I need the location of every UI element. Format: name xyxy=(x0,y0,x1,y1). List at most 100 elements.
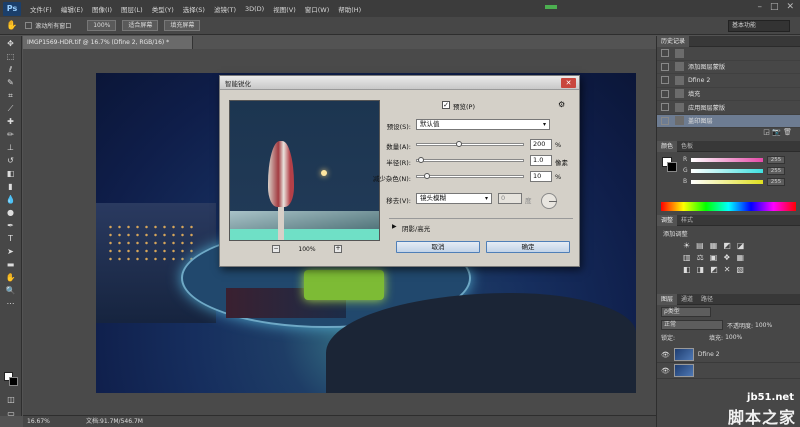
workspace-select[interactable]: 基本功能 xyxy=(728,20,790,32)
history-checkbox[interactable] xyxy=(661,89,669,98)
channel-mixer-icon[interactable]: ▦ xyxy=(736,253,744,262)
radius-input[interactable]: 1.0 xyxy=(530,155,552,166)
tab-layers[interactable]: 图层 xyxy=(657,293,678,305)
amount-slider[interactable] xyxy=(416,143,524,146)
history-item[interactable] xyxy=(657,47,800,61)
gradient-tool-icon[interactable]: ▮ xyxy=(5,181,17,192)
hue-sat-icon[interactable]: ▥ xyxy=(683,253,691,262)
preset-select[interactable]: 默认值 ▾ xyxy=(416,119,550,130)
path-select-tool-icon[interactable]: ➤ xyxy=(5,246,17,257)
layer-row[interactable]: 👁 Dfine 2 xyxy=(657,347,800,363)
trash-icon[interactable]: 🗑 xyxy=(783,128,792,136)
camera-icon[interactable]: 📷 xyxy=(772,128,781,136)
history-checkbox[interactable] xyxy=(661,76,669,85)
dialog-titlebar[interactable]: 智能锐化 xyxy=(220,76,579,90)
menu-3d[interactable]: 3D(D) xyxy=(245,5,264,13)
lasso-tool-icon[interactable]: ℓ xyxy=(5,64,17,75)
ok-button[interactable]: 确定 xyxy=(486,241,570,253)
shadows-highlights-label[interactable]: 阴影/高光 xyxy=(402,223,430,233)
type-tool-icon[interactable]: T xyxy=(5,233,17,244)
fill-screen-button[interactable]: 填充屏幕 xyxy=(164,20,201,31)
layer-row[interactable]: 👁 xyxy=(657,363,800,379)
menu-file[interactable]: 文件(F) xyxy=(30,4,52,14)
tab-history[interactable]: 历史记录 xyxy=(657,35,690,47)
hand-tool-icon[interactable]: ✋ xyxy=(5,272,17,283)
tab-swatches[interactable]: 色板 xyxy=(677,141,697,152)
menu-image[interactable]: 图像(I) xyxy=(92,4,112,14)
color-spectrum[interactable] xyxy=(661,202,796,211)
expand-triangle-icon[interactable]: ▶ xyxy=(392,223,397,230)
selective-color-icon[interactable]: ✕ xyxy=(724,265,731,274)
radius-slider[interactable] xyxy=(416,159,524,162)
reduce-noise-slider-thumb[interactable] xyxy=(423,173,430,179)
close-icon[interactable]: ✕ xyxy=(561,78,576,88)
maximize-icon[interactable]: □ xyxy=(770,2,779,12)
menu-window[interactable]: 窗口(W) xyxy=(305,4,330,14)
brightness-icon[interactable]: ☀ xyxy=(683,241,690,250)
crop-tool-icon[interactable]: ⌗ xyxy=(5,90,17,101)
history-item[interactable]: Dfine 2 xyxy=(657,74,800,88)
color-balance-icon[interactable]: ⚖ xyxy=(697,253,704,262)
eyedropper-tool-icon[interactable]: ⟋ xyxy=(5,103,17,114)
remove-select[interactable]: 镜头模糊 ▾ xyxy=(416,193,492,204)
tab-color[interactable]: 颜色 xyxy=(657,140,678,152)
blur-tool-icon[interactable]: 💧 xyxy=(5,194,17,205)
zoom-100-button[interactable]: 100% xyxy=(87,20,117,31)
reduce-noise-slider[interactable] xyxy=(416,175,524,178)
visibility-eye-icon[interactable]: 👁 xyxy=(661,351,670,359)
history-checkbox[interactable] xyxy=(661,62,669,71)
tab-adjustments[interactable]: 调整 xyxy=(657,214,678,226)
scroll-all-checkbox[interactable] xyxy=(25,22,33,29)
bg-color-chip[interactable] xyxy=(667,162,677,172)
zoom-tool-icon[interactable]: 🔍 xyxy=(5,285,17,296)
menu-edit[interactable]: 编辑(E) xyxy=(61,4,83,14)
angle-dial[interactable] xyxy=(541,193,557,209)
red-value[interactable]: 255 xyxy=(767,155,785,164)
photo-filter-icon[interactable]: ❖ xyxy=(723,253,730,262)
posterize-icon[interactable]: ◨ xyxy=(697,265,705,274)
move-tool-icon[interactable]: ✥ xyxy=(5,38,17,49)
blue-slider[interactable] xyxy=(691,179,763,184)
snapshot-icon[interactable]: ◲ xyxy=(763,128,770,136)
fit-screen-button[interactable]: 适合屏幕 xyxy=(122,20,159,31)
layer-filter-select[interactable]: ρ类型 xyxy=(661,307,711,317)
history-item[interactable]: 填充 xyxy=(657,88,800,101)
amount-input[interactable]: 200 xyxy=(530,139,552,150)
preview-checkbox[interactable]: ✓ xyxy=(442,101,450,109)
history-checkbox[interactable] xyxy=(661,116,669,125)
gradient-map-icon[interactable]: ▧ xyxy=(736,265,744,274)
shape-tool-icon[interactable]: ▬ xyxy=(5,259,17,270)
amount-slider-thumb[interactable] xyxy=(456,141,463,147)
menu-type[interactable]: 类型(Y) xyxy=(152,4,174,14)
healing-tool-icon[interactable]: ✚ xyxy=(5,116,17,127)
cancel-button[interactable]: 取消 xyxy=(396,241,480,253)
reduce-noise-input[interactable]: 10 xyxy=(530,171,552,182)
zoom-level[interactable]: 16.67% xyxy=(27,418,50,425)
history-item[interactable]: 添加图层蒙版 xyxy=(657,61,800,74)
background-color-swatch[interactable] xyxy=(9,377,18,386)
brush-tool-icon[interactable]: ✏ xyxy=(5,129,17,140)
history-checkbox[interactable] xyxy=(661,103,669,112)
tab-paths[interactable]: 路径 xyxy=(697,294,717,305)
tab-styles[interactable]: 样式 xyxy=(677,215,697,226)
quick-mask-icon[interactable]: ◫ xyxy=(5,394,17,405)
history-item-selected[interactable]: 盖印图层 xyxy=(657,114,800,128)
fill-value[interactable]: 100% xyxy=(725,334,742,341)
zoom-in-button[interactable]: + xyxy=(334,245,342,253)
minimize-icon[interactable]: – xyxy=(757,2,762,12)
green-slider[interactable] xyxy=(691,168,763,173)
history-checkbox[interactable] xyxy=(661,49,669,58)
blend-mode-select[interactable]: 正常 xyxy=(661,320,723,330)
visibility-eye-icon[interactable]: 👁 xyxy=(661,367,670,375)
screen-mode-icon[interactable]: ▭ xyxy=(5,408,17,419)
dodge-tool-icon[interactable]: ● xyxy=(5,207,17,218)
opacity-value[interactable]: 100% xyxy=(755,322,772,329)
red-slider[interactable] xyxy=(691,157,763,162)
menu-filter[interactable]: 滤镜(T) xyxy=(214,4,236,14)
pen-tool-icon[interactable]: ✒ xyxy=(5,220,17,231)
menu-select[interactable]: 选择(S) xyxy=(183,4,205,14)
marquee-tool-icon[interactable]: ⬚ xyxy=(5,51,17,62)
invert-icon[interactable]: ◧ xyxy=(683,265,691,274)
menu-view[interactable]: 视图(V) xyxy=(273,4,296,14)
blue-value[interactable]: 255 xyxy=(767,177,785,186)
